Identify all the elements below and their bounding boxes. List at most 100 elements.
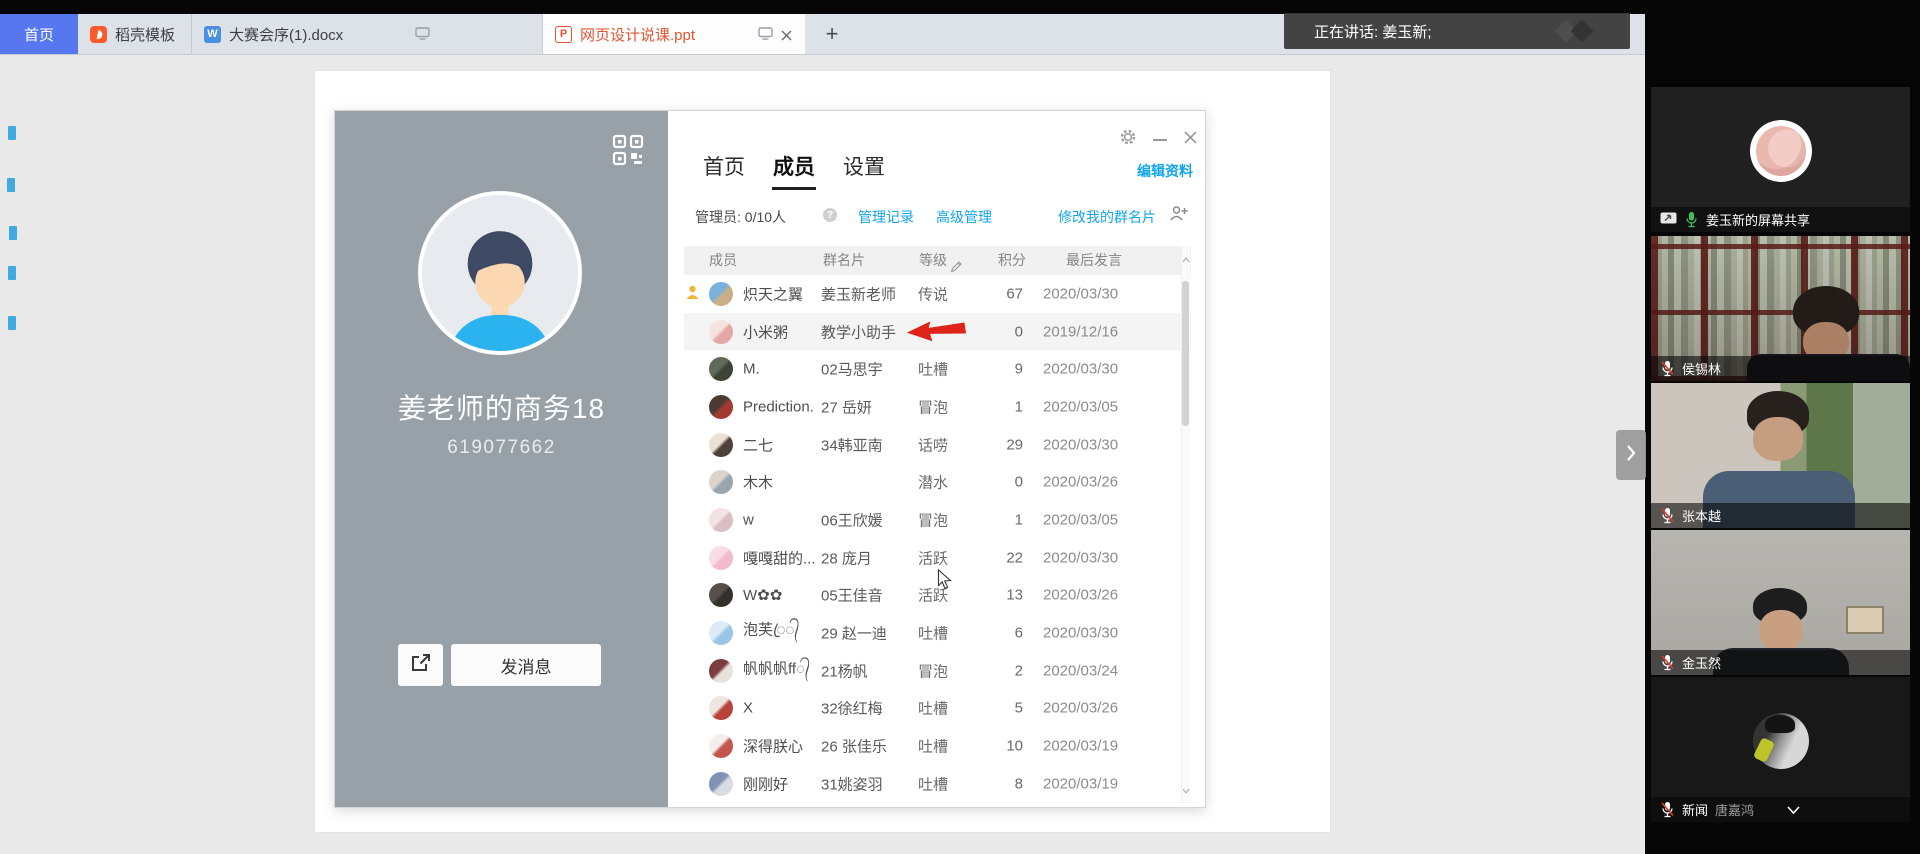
member-nickname: 木木 — [743, 472, 773, 493]
member-card-name: 教学小助手 — [821, 321, 896, 342]
member-level: 传说 — [918, 283, 948, 304]
table-row[interactable]: 深得朕心 26 张佳乐 吐槽 10 2020/03/19 — [684, 727, 1191, 765]
gear-icon[interactable] — [1120, 129, 1136, 150]
header-member: 成员 — [709, 246, 737, 275]
qq-group-window: 姜老师的商务18 619077662 发消息 — [334, 110, 1206, 808]
header-card-name: 群名片 — [823, 246, 865, 275]
table-row[interactable]: 炽天之翼 姜玉新老师 传说 67 2020/03/30 — [684, 275, 1191, 313]
participant-video-tile[interactable]: 姜玉新的屏幕共享 — [1651, 87, 1910, 232]
browser-tab-home[interactable]: 首页 — [0, 14, 78, 54]
member-avatar — [709, 621, 733, 645]
share-group-button[interactable] — [398, 644, 443, 686]
tab-group-members[interactable]: 成员 — [773, 151, 815, 181]
header-last-post: 最后发言 — [1066, 246, 1122, 275]
participant-name-secondary: 唐嘉鸿 — [1715, 800, 1754, 819]
scrollbar-up-arrow[interactable] — [1182, 250, 1190, 268]
member-card-name: 06王欣媛 — [821, 509, 883, 530]
member-last-post-date: 2020/03/26 — [1043, 587, 1118, 604]
close-icon[interactable] — [1184, 131, 1197, 149]
member-last-post-date: 2019/12/16 — [1043, 323, 1118, 340]
member-level: 吐槽 — [918, 359, 948, 380]
edit-profile-link[interactable]: 编辑资料 — [1137, 161, 1193, 181]
admin-log-link[interactable]: 管理记录 — [858, 207, 914, 227]
participant-name: 金玉然 — [1682, 653, 1721, 672]
member-score: 2 — [968, 662, 1023, 679]
qr-code-icon[interactable] — [612, 134, 644, 171]
browser-tab-docer-templates[interactable]: 稻壳模板 — [78, 14, 192, 54]
tab-group-home[interactable]: 首页 — [703, 151, 745, 181]
member-avatar — [709, 734, 733, 758]
member-avatar — [709, 282, 733, 306]
member-score: 1 — [968, 398, 1023, 415]
new-tab-button[interactable]: + — [817, 14, 847, 54]
member-score: 0 — [968, 474, 1023, 491]
member-score: 9 — [968, 361, 1023, 378]
table-row[interactable]: 刚刚好 31姚姿羽 吐槽 8 2020/03/19 — [684, 765, 1191, 803]
send-message-button[interactable]: 发消息 — [451, 644, 601, 686]
sidebar-collapse-button[interactable] — [1616, 430, 1646, 480]
group-number: 619077662 — [335, 437, 668, 459]
member-card-name: 31姚姿羽 — [821, 773, 883, 794]
add-member-icon[interactable] — [1170, 205, 1188, 226]
mic-icon — [1660, 654, 1675, 671]
table-row[interactable]: Prediction. 27 岳妍 冒泡 1 2020/03/05 — [684, 388, 1191, 426]
help-question-icon[interactable]: ? — [823, 208, 837, 222]
member-level: 吐槽 — [918, 698, 948, 719]
screen-share-content: 姜老师的商务18 619077662 发消息 — [0, 55, 1645, 854]
table-row[interactable]: w 06王欣媛 冒泡 1 2020/03/05 — [684, 501, 1191, 539]
participant-video-tile[interactable]: 侯锡林 — [1651, 236, 1910, 381]
scrollbar-thumb[interactable] — [1182, 281, 1189, 426]
chevron-down-icon[interactable] — [1787, 806, 1800, 814]
mic-icon — [1660, 507, 1675, 524]
member-score: 10 — [968, 738, 1023, 755]
member-table-header: 成员 群名片 等级 积分 最后发言 — [684, 246, 1191, 275]
member-nickname: 帆帆帆ff᭄ — [743, 657, 810, 684]
table-row[interactable]: X 32徐红梅 吐槽 5 2020/03/26 — [684, 690, 1191, 728]
group-owner-icon — [686, 285, 699, 303]
member-nickname: Prediction. — [743, 398, 814, 415]
member-card-name: 27 岳妍 — [821, 396, 872, 417]
browser-tab-docx[interactable]: W 大赛会序(1).docx — [192, 14, 543, 54]
edit-my-card-link[interactable]: 修改我的群名片 — [1058, 207, 1156, 227]
scrollbar-down-arrow[interactable] — [1182, 781, 1190, 799]
member-table: 炽天之翼 姜玉新老师 传说 67 2020/03/30 小米粥 教学小助手 0 … — [684, 275, 1191, 803]
participant-name: 张本越 — [1682, 506, 1721, 525]
advanced-manage-link[interactable]: 高级管理 — [936, 207, 992, 227]
member-nickname: 泡芙ꦿ᭄ — [743, 618, 800, 649]
mic-icon — [1684, 211, 1699, 228]
participant-video-tile[interactable]: 金玉然 — [1651, 530, 1910, 675]
member-last-post-date: 2020/03/30 — [1043, 436, 1118, 453]
member-level: 吐槽 — [918, 736, 948, 757]
member-card-name: 21杨帆 — [821, 660, 868, 681]
table-row[interactable]: M. 02马思宇 吐槽 9 2020/03/30 — [684, 350, 1191, 388]
member-nickname: 小米粥 — [743, 321, 788, 342]
group-name: 姜老师的商务18 — [335, 387, 668, 427]
screen-share-icon — [1660, 212, 1677, 228]
participant-video-tile[interactable]: 张本越 — [1651, 383, 1910, 528]
send-message-label: 发消息 — [501, 653, 552, 678]
minimize-icon[interactable] — [1153, 139, 1167, 141]
member-avatar — [709, 357, 733, 381]
member-card-name: 32徐红梅 — [821, 698, 883, 719]
member-nickname: 嘎嘎甜的... — [743, 547, 816, 568]
member-last-post-date: 2020/03/30 — [1043, 549, 1118, 566]
table-row[interactable]: 二七 34韩亚南 话唠 29 2020/03/30 — [684, 426, 1191, 464]
member-nickname: 二七 — [743, 434, 773, 455]
member-nickname: 刚刚好 — [743, 773, 788, 794]
browser-tab-ppt-active[interactable]: P 网页设计说课.ppt — [543, 14, 805, 54]
table-row[interactable]: 木木 潜水 0 2020/03/26 — [684, 463, 1191, 501]
table-row[interactable]: 帆帆帆ff᭄ 21杨帆 冒泡 2 2020/03/24 — [684, 652, 1191, 690]
tab-close-icon[interactable] — [781, 28, 792, 45]
participants-sidebar: 姜玉新的屏幕共享 侯锡林 — [1645, 0, 1920, 854]
member-last-post-date: 2020/03/19 — [1043, 738, 1118, 755]
group-info-panel: 姜老师的商务18 619077662 发消息 — [335, 111, 668, 807]
participant-video-tile[interactable]: 新闻 唐嘉鸿 — [1651, 677, 1910, 822]
group-members-panel: 首页 成员 设置 编辑资料 管理员: 0/10人 ? 管理记录 高级管理 修改我… — [668, 111, 1205, 807]
header-score: 积分 — [998, 246, 1026, 275]
participant-label-bar: 侯锡林 — [1651, 356, 1910, 381]
mic-icon — [1660, 360, 1675, 377]
clipped-text-fragment — [9, 226, 17, 240]
tab-group-settings[interactable]: 设置 — [843, 151, 885, 181]
member-avatar — [709, 395, 733, 419]
table-row[interactable]: 泡芙ꦿ᭄ 29 赵一迪 吐槽 6 2020/03/30 — [684, 614, 1191, 652]
